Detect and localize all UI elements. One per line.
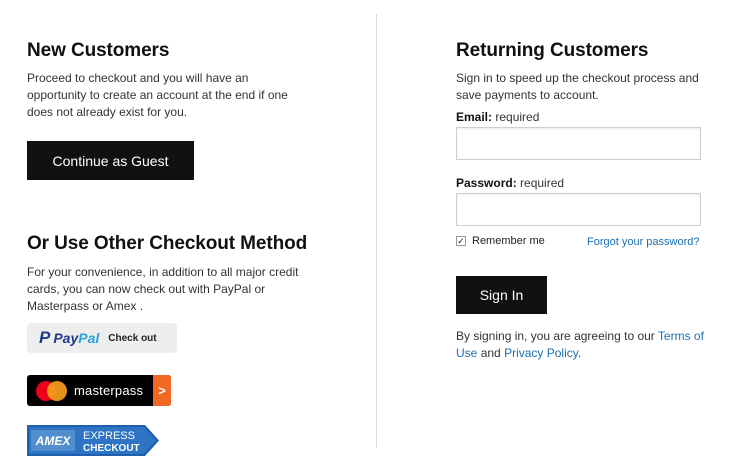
returning-customers-title: Returning Customers (456, 40, 649, 61)
mastercard-logo-icon (36, 380, 70, 401)
password-label: Password: required (456, 176, 565, 190)
paypal-wordmark: PayPal (53, 330, 100, 346)
other-methods-title: Or Use Other Checkout Method (27, 233, 308, 254)
returning-customers-description: Sign in to speed up the checkout process… (456, 71, 699, 102)
remember-me-checkbox[interactable]: ✓ (456, 236, 466, 246)
password-field[interactable] (456, 193, 701, 226)
privacy-policy-link[interactable]: Privacy Policy (504, 346, 578, 360)
terms-text: By signing in, you are agreeing to our T… (456, 329, 704, 360)
remember-me-label: Remember me (472, 235, 545, 247)
amex-line1-text: EXPRESS (83, 430, 135, 442)
other-methods-description: For your convenience, in addition to all… (27, 265, 299, 313)
new-customers-description: Proceed to checkout and you will have an… (27, 71, 288, 119)
email-label: Email: required (456, 110, 540, 124)
email-field[interactable] (456, 127, 701, 160)
chevron-right-icon: > (153, 375, 171, 406)
amex-express-checkout-button[interactable]: AMEX EXPRESS CHECKOUT (27, 425, 159, 456)
paypal-checkout-button[interactable]: P PayPal Check out (27, 323, 177, 353)
amex-line2-text: CHECKOUT (83, 443, 140, 454)
new-customers-title: New Customers (27, 40, 170, 61)
column-divider (376, 14, 377, 448)
amex-express-checkout-icon: AMEX EXPRESS CHECKOUT (27, 425, 159, 456)
paypal-logo-icon: P (39, 328, 51, 347)
remember-me: ✓ Remember me (456, 235, 545, 247)
paypal-checkout-label: Check out (108, 332, 157, 344)
forgot-password-link[interactable]: Forgot your password? (587, 236, 700, 248)
sign-in-button[interactable]: Sign In (456, 276, 547, 314)
amex-brand-text: AMEX (35, 434, 72, 448)
continue-as-guest-button[interactable]: Continue as Guest (27, 141, 194, 180)
masterpass-label: masterpass (74, 383, 144, 398)
masterpass-checkout-button[interactable]: masterpass > (27, 375, 171, 406)
